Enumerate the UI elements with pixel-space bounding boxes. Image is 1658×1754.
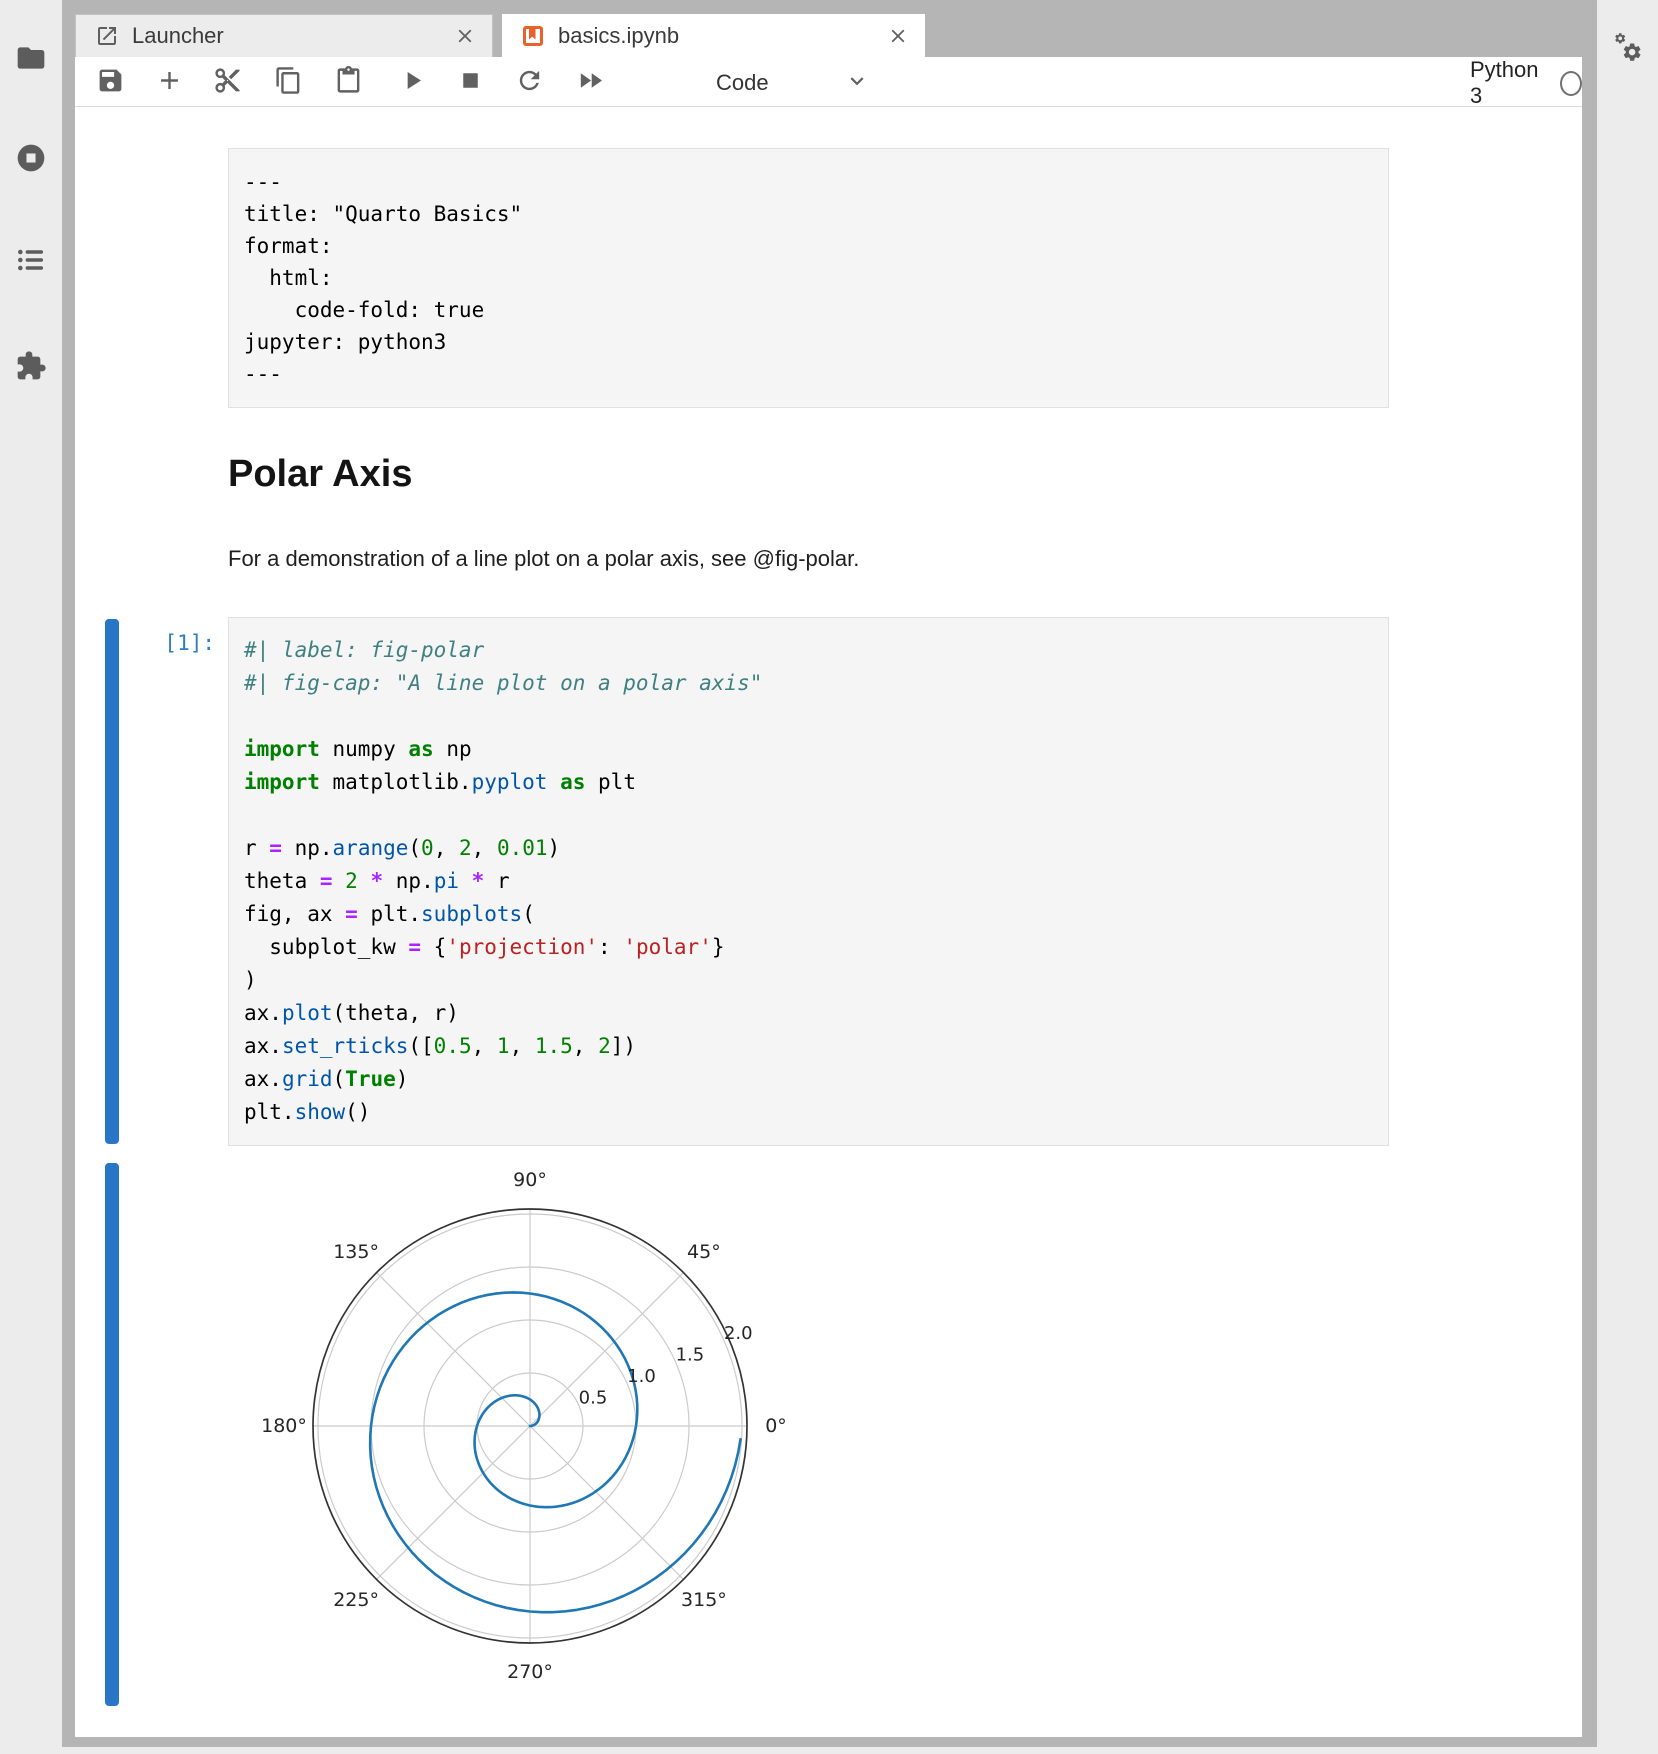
- r-tick-label: 1.5: [676, 1344, 705, 1365]
- restart-kernel-button[interactable]: [512, 66, 546, 100]
- tab-notebook[interactable]: basics.ipynb: [502, 14, 925, 57]
- code-line: theta = 2 * np.pi * r: [244, 865, 1373, 898]
- close-icon[interactable]: [885, 23, 911, 49]
- kernel-indicator[interactable]: Python 3: [1470, 66, 1582, 100]
- tab-notebook-label: basics.ipynb: [558, 23, 885, 49]
- yaml-line: title: "Quarto Basics": [244, 198, 1373, 230]
- cell-type-dropdown-chevron[interactable]: [840, 66, 874, 100]
- status-bar: [0, 1747, 1658, 1754]
- theta-tick-label: 135°: [333, 1241, 379, 1263]
- right-sidebar: [1597, 0, 1658, 1747]
- puzzle-icon: [15, 350, 47, 387]
- r-tick-label: 2.0: [724, 1323, 753, 1344]
- polar-plot: 0° 45° 90° 135° 180° 225° 270° 315° 0.5 1.0 1.5 2.0: [250, 1160, 810, 1700]
- code-line: plt.show(): [244, 1096, 1373, 1129]
- code-line: r = np.arange(0, 2, 0.01): [244, 832, 1373, 865]
- code-line: ax.plot(theta, r): [244, 997, 1373, 1030]
- plus-icon: [155, 66, 184, 100]
- code-line: #| fig-cap: "A line plot on a polar axis…: [244, 667, 1373, 700]
- yaml-line: jupyter: python3: [244, 326, 1373, 358]
- interrupt-kernel-button[interactable]: [453, 66, 487, 100]
- left-sidebar: [0, 0, 62, 1747]
- code-line: ax.set_rticks([0.5, 1, 1.5, 2]): [244, 1030, 1373, 1063]
- save-button[interactable]: [93, 66, 127, 100]
- theta-tick-label: 270°: [507, 1661, 553, 1683]
- save-icon: [96, 66, 125, 100]
- external-link-icon: [94, 23, 120, 49]
- code-line: #| label: fig-polar: [244, 634, 1373, 667]
- theta-tick-label: 225°: [333, 1589, 379, 1611]
- table-of-contents-button[interactable]: [0, 230, 62, 294]
- list-icon: [15, 244, 47, 281]
- tab-launcher[interactable]: Launcher: [75, 14, 493, 57]
- restart-run-all-button[interactable]: [573, 66, 607, 100]
- scissors-icon: [213, 66, 242, 100]
- folder-icon: [15, 42, 47, 79]
- code-line: import numpy as np: [244, 733, 1373, 766]
- notebook-toolbar: Code Python 3: [75, 57, 1582, 107]
- yaml-line: html:: [244, 262, 1373, 294]
- yaml-line: format:: [244, 230, 1373, 262]
- file-browser-button[interactable]: [0, 28, 62, 92]
- paste-cell-button[interactable]: [331, 66, 365, 100]
- cell-type-label: Code: [716, 70, 769, 96]
- code-line: import matplotlib.pyplot as plt: [244, 766, 1373, 799]
- theta-tick-label: 180°: [261, 1415, 307, 1437]
- copy-cell-button[interactable]: [271, 66, 305, 100]
- tab-launcher-label: Launcher: [132, 23, 452, 49]
- theta-tick-label: 315°: [681, 1589, 727, 1611]
- notebook-icon: [520, 23, 546, 49]
- r-tick-label: 1.0: [627, 1366, 656, 1387]
- code-line: [244, 700, 1373, 733]
- markdown-heading: Polar Axis: [228, 453, 412, 496]
- copy-icon: [274, 66, 303, 100]
- yaml-line: ---: [244, 358, 1373, 390]
- execution-count-prompt: [1]:: [60, 631, 215, 655]
- paste-icon: [334, 66, 363, 100]
- cut-cell-button[interactable]: [210, 66, 244, 100]
- yaml-line: ---: [244, 166, 1373, 198]
- running-sessions-button[interactable]: [0, 128, 62, 192]
- extensions-button[interactable]: [0, 336, 62, 400]
- r-tick-label: 0.5: [579, 1387, 608, 1408]
- stop-icon: [456, 66, 485, 100]
- output-cell-collapser[interactable]: [105, 1163, 119, 1706]
- code-line: [244, 799, 1373, 832]
- gears-icon: [1612, 32, 1644, 69]
- run-icon: [398, 66, 427, 100]
- kernel-status-icon: [1560, 71, 1582, 96]
- yaml-line: code-fold: true: [244, 294, 1373, 326]
- input-cell-collapser[interactable]: [105, 619, 119, 1144]
- code-line: subplot_kw = {'projection': 'polar'}: [244, 931, 1373, 964]
- code-cell-editor[interactable]: #| label: fig-polar#| fig-cap: "A line p…: [228, 617, 1389, 1146]
- run-cell-button[interactable]: [395, 66, 429, 100]
- theta-tick-label: 45°: [687, 1241, 721, 1263]
- kernel-name-label: Python 3: [1470, 57, 1544, 109]
- add-cell-button[interactable]: [152, 66, 186, 100]
- code-line: ax.grid(True): [244, 1063, 1373, 1096]
- theta-tick-label: 90°: [513, 1169, 547, 1191]
- code-line: fig, ax = plt.subplots(: [244, 898, 1373, 931]
- chevron-down-icon: [844, 68, 870, 99]
- code-line: ): [244, 964, 1373, 997]
- markdown-paragraph: For a demonstration of a line plot on a …: [228, 546, 859, 572]
- cell-type-dropdown[interactable]: Code: [716, 66, 769, 100]
- stop-circle-icon: [15, 142, 47, 179]
- close-icon[interactable]: [452, 23, 478, 49]
- yaml-cell-editor[interactable]: ---title: "Quarto Basics"format: html: c…: [228, 148, 1389, 408]
- fast-forward-icon: [576, 66, 605, 100]
- theta-tick-label: 0°: [765, 1415, 787, 1437]
- property-inspector-button[interactable]: [1597, 18, 1658, 82]
- restart-icon: [515, 66, 544, 100]
